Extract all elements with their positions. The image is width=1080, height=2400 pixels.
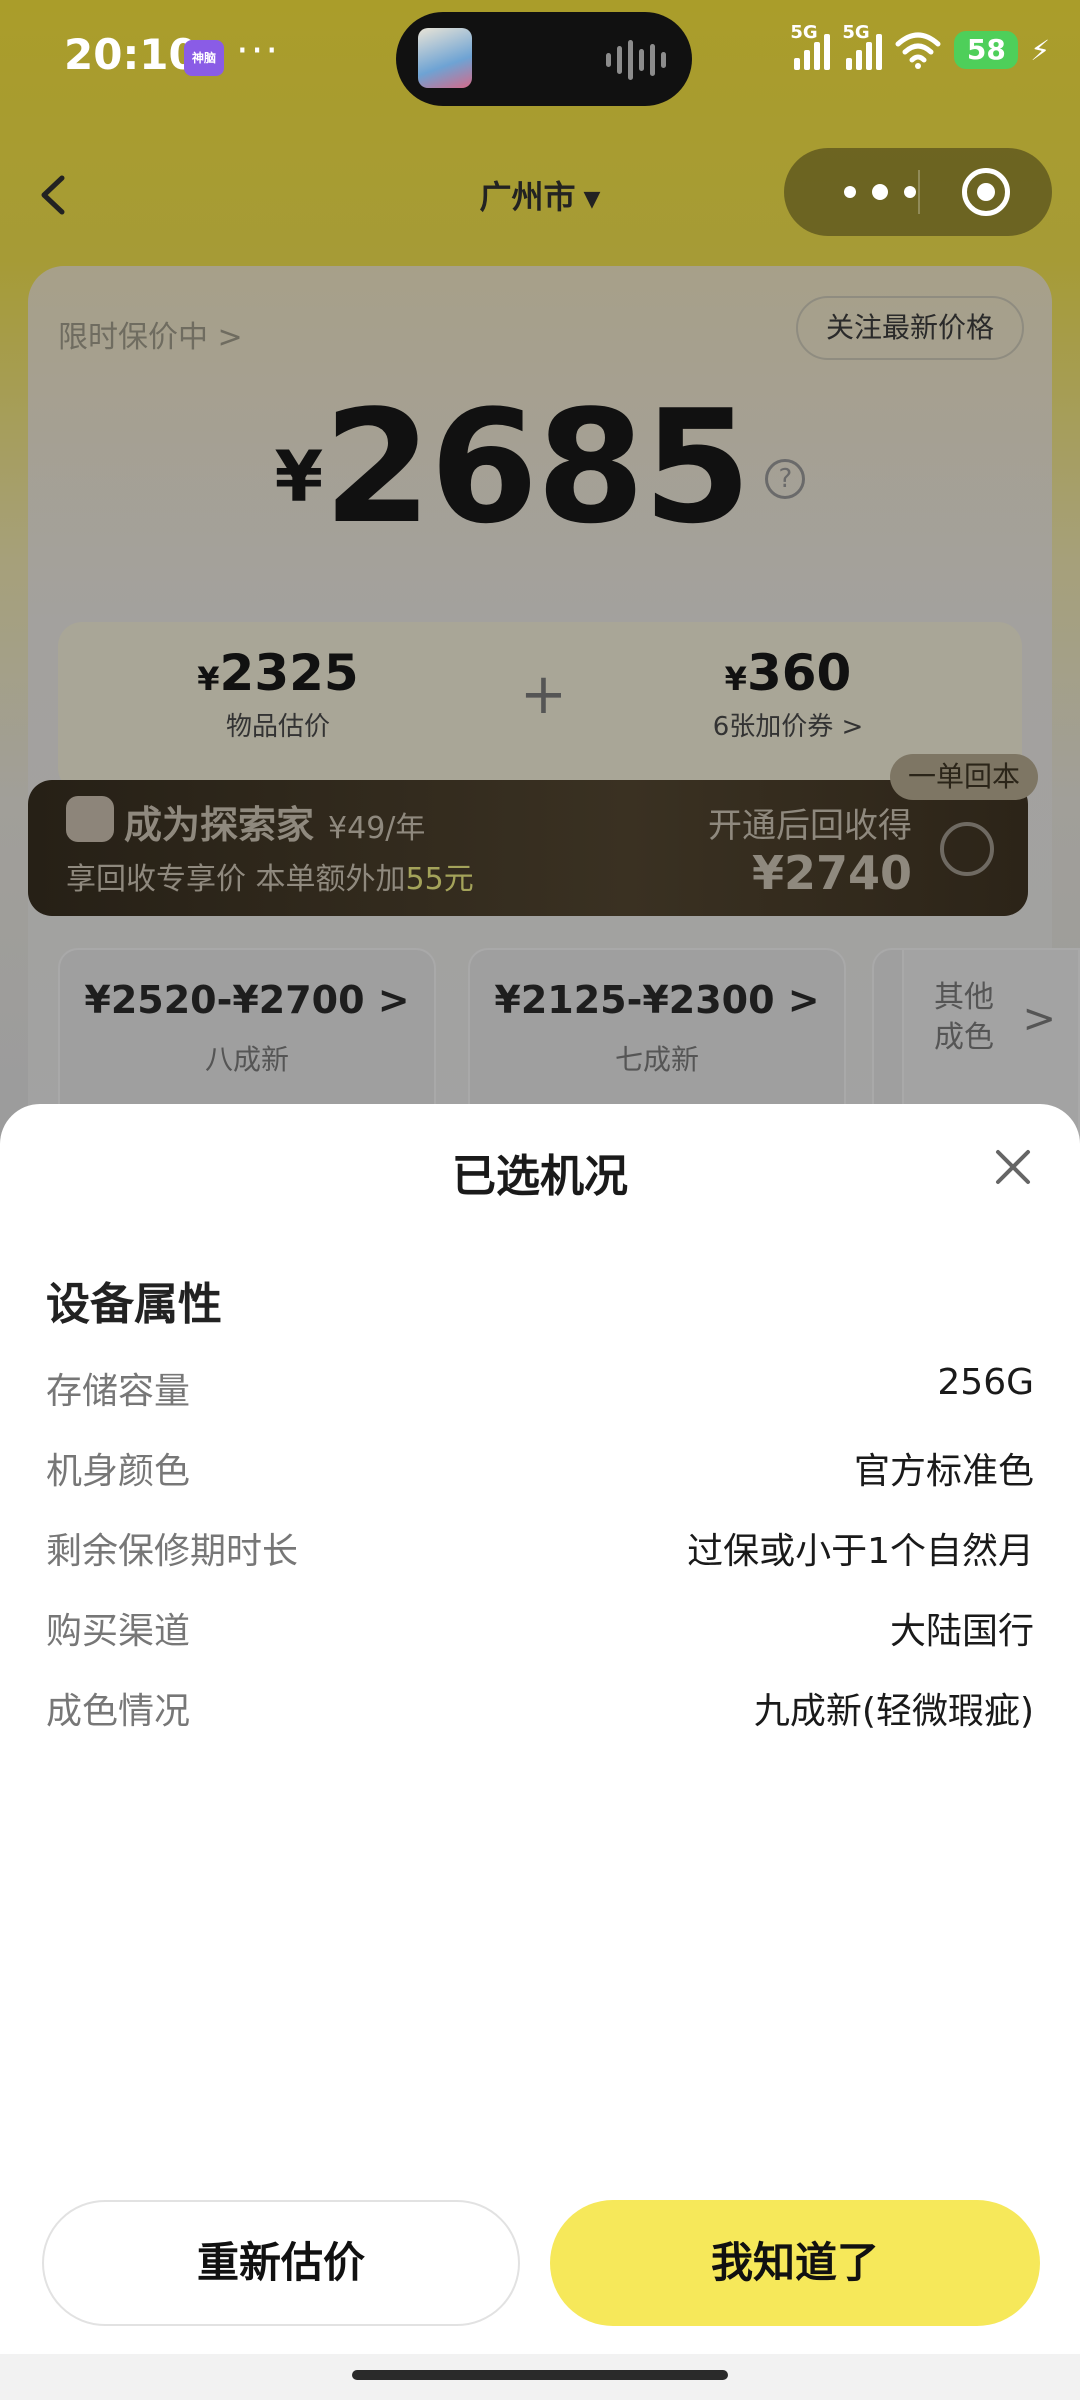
charging-icon: ⚡ <box>1030 33 1050 67</box>
follow-price-button[interactable]: 关注最新价格 <box>795 296 1024 360</box>
app-badge-icon: 神脑 <box>184 40 224 76</box>
media-thumbnail <box>418 28 472 88</box>
attribute-row: 机身颜色 官方标准色 <box>46 1434 1034 1514</box>
member-heart-icon <box>66 796 114 842</box>
status-bar: 20:10 神脑 ··· 5G 5G 58 ⚡ <box>0 0 1080 120</box>
plus-sign: + <box>520 662 567 727</box>
item-valuation-label: 物品估价 <box>225 712 330 742</box>
signal-icon-sim1: 5G <box>790 22 831 70</box>
member-return-label: 开通后回收得 <box>708 806 912 846</box>
currency-symbol: ¥ <box>724 660 747 698</box>
dynamic-island[interactable] <box>396 12 692 106</box>
chevron-right-icon: > <box>1022 996 1056 1042</box>
attribute-row: 成色情况 九成新(轻微瑕疵) <box>46 1674 1034 1754</box>
caret-down-icon: ▼ <box>583 186 601 212</box>
member-upsell-banner[interactable]: 成为探索家 ¥49/年 享回收专享价 本单额外加55元 开通后回收得 ¥2740 … <box>28 754 1038 916</box>
grade-price: ¥2520-¥2700 > <box>84 978 410 1022</box>
reestimate-button[interactable]: 重新估价 <box>42 2200 520 2326</box>
signal-icon-sim2: 5G <box>842 22 883 70</box>
grade-other-label: 其他 成色 <box>934 980 994 1055</box>
battery-indicator: 58 <box>954 31 1019 69</box>
estimated-price: ¥2685? <box>28 376 1052 558</box>
section-title: 设备属性 <box>46 1279 222 1330</box>
grade-label: 七成新 <box>614 1043 699 1076</box>
status-more-icon: ··· <box>236 28 281 74</box>
price-value: 2685 <box>323 376 751 558</box>
sheet-title: 已选机况 <box>452 1151 628 1202</box>
attribute-row: 剩余保修期时长 过保或小于1个自然月 <box>46 1514 1034 1594</box>
attribute-value: 九成新(轻微瑕疵) <box>753 1691 1034 1732</box>
coupon-bonus-value: 360 <box>746 644 852 702</box>
grade-price: ¥2125-¥2300 > <box>494 978 820 1022</box>
attribute-value: 256G <box>937 1362 1034 1403</box>
member-subtitle: 享回收专享价 本单额外加55元 <box>66 862 474 897</box>
member-bonus: 55元 <box>405 862 474 897</box>
attribute-key: 成色情况 <box>46 1691 191 1732</box>
attribute-row: 存储容量 256G <box>46 1354 1034 1434</box>
attribute-key: 机身颜色 <box>46 1451 191 1492</box>
more-dots-icon[interactable] <box>814 170 944 214</box>
payback-tag: 一单回本 <box>889 754 1038 800</box>
grade-label: 八成新 <box>204 1043 289 1076</box>
attribute-key: 存储容量 <box>46 1371 191 1412</box>
nav-bar: 广州市 ▼ <box>0 140 1080 250</box>
currency-symbol: ¥ <box>197 660 220 698</box>
member-fee: ¥49/年 <box>328 811 426 846</box>
wifi-icon <box>895 32 941 69</box>
member-return-value: ¥2740 <box>751 846 912 900</box>
currency-symbol: ¥ <box>274 436 324 518</box>
member-title: 成为探索家 ¥49/年 <box>124 803 426 847</box>
status-indicators: 5G 5G 58 ⚡ <box>790 22 1050 70</box>
attribute-value: 官方标准色 <box>853 1451 1034 1492</box>
item-valuation: ¥2325 物品估价 <box>118 644 438 743</box>
status-time: 20:10 <box>64 30 198 79</box>
attribute-value: 过保或小于1个自然月 <box>687 1531 1034 1572</box>
item-valuation-value: 2325 <box>219 644 359 702</box>
attribute-row: 购买渠道 大陆国行 <box>46 1594 1034 1674</box>
city-label: 广州市 <box>479 178 576 216</box>
member-radio[interactable] <box>940 822 994 876</box>
attribute-value: 大陆国行 <box>889 1611 1034 1652</box>
help-icon[interactable]: ? <box>765 459 806 499</box>
home-indicator[interactable] <box>352 2370 728 2380</box>
attribute-list: 存储容量 256G 机身颜色 官方标准色 剩余保修期时长 过保或小于1个自然月 … <box>46 1354 1034 1754</box>
home-bar <box>0 2354 1080 2400</box>
attribute-key: 购买渠道 <box>46 1611 191 1652</box>
mini-program-capsule <box>784 148 1052 236</box>
coupon-bonus[interactable]: ¥360 6张加价券 > <box>628 644 948 743</box>
got-it-button[interactable]: 我知道了 <box>550 2200 1040 2326</box>
close-icon[interactable] <box>990 1144 1036 1190</box>
coupon-bonus-label: 6张加价券 > <box>712 712 864 742</box>
selected-condition-sheet: 已选机况 设备属性 存储容量 256G 机身颜色 官方标准色 剩余保修期时长 过… <box>0 1104 1080 2354</box>
price-breakdown: ¥2325 物品估价 + ¥360 6张加价券 > <box>58 622 1022 792</box>
close-target-icon[interactable] <box>962 168 1010 216</box>
attribute-key: 剩余保修期时长 <box>46 1531 299 1572</box>
capsule-divider <box>918 170 920 214</box>
audio-wave-icon <box>606 40 666 80</box>
price-protect-link[interactable]: 限时保价中 > <box>58 312 243 356</box>
